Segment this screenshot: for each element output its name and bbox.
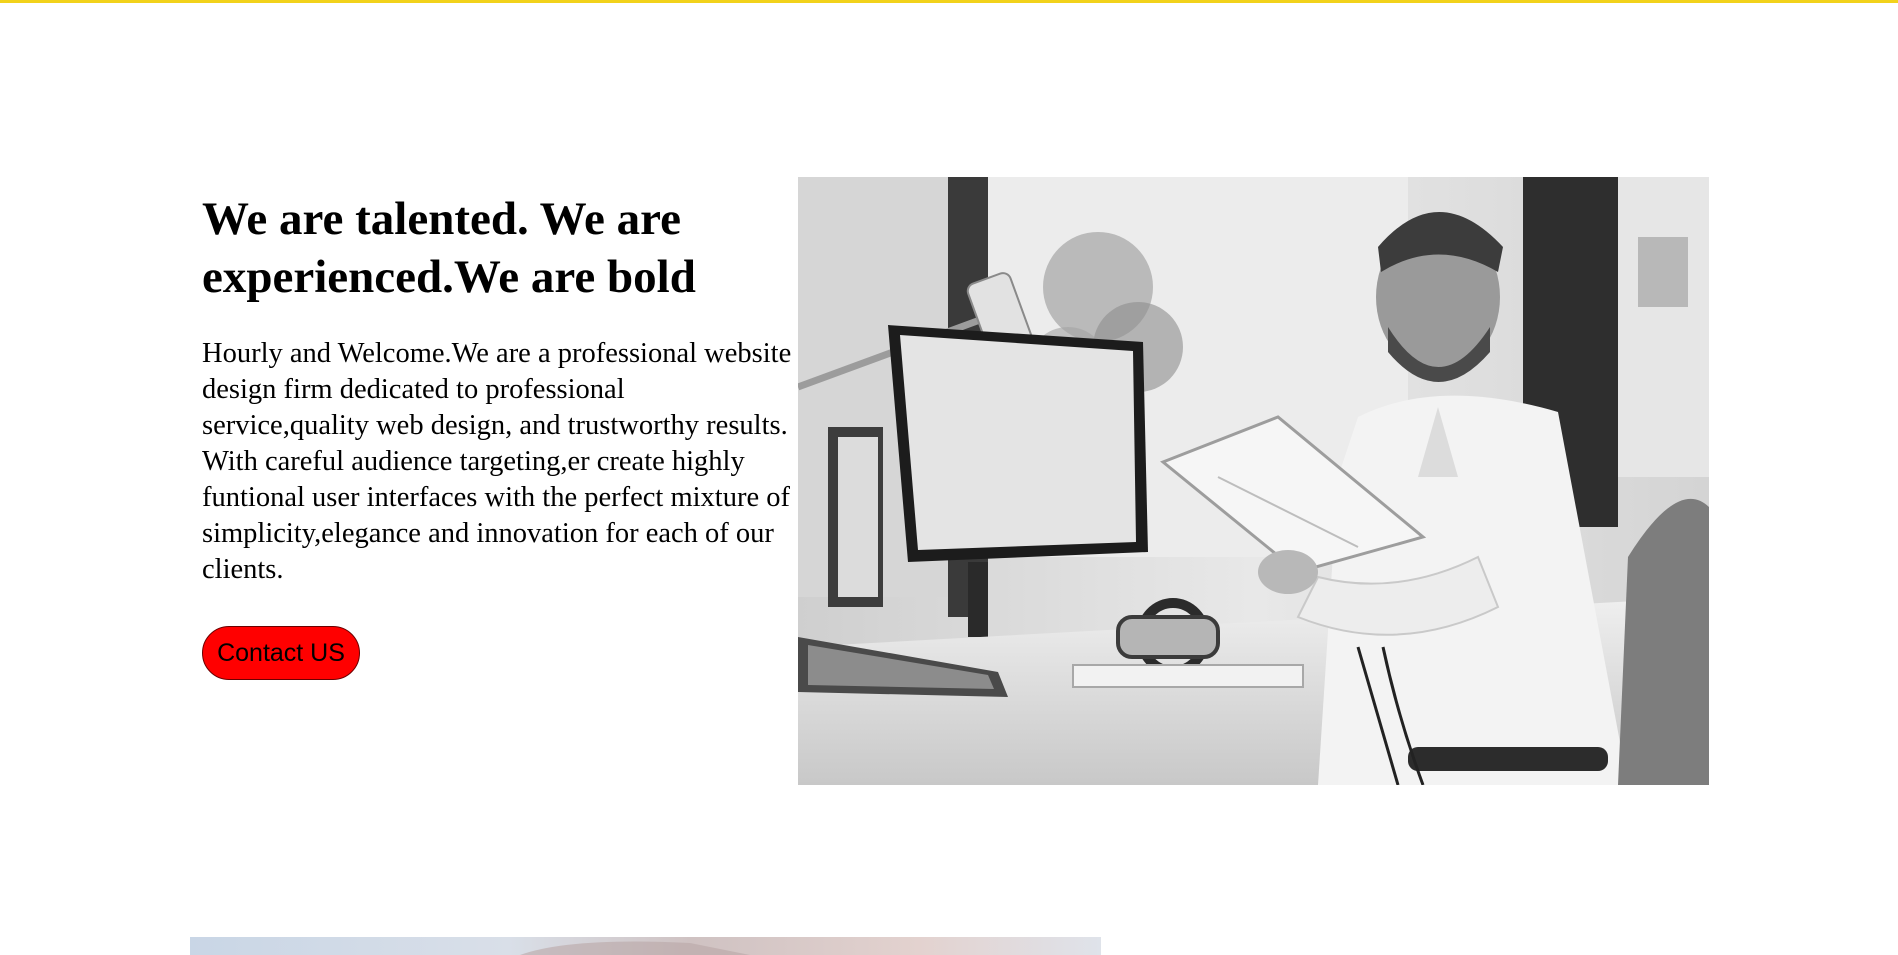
about-section: We are talented. We are experienced.We a… — [0, 0, 1898, 955]
contact-us-button[interactable]: Contact US — [202, 626, 360, 680]
hero-photo — [798, 177, 1709, 785]
about-description: Hourly and Welcome.We are a professional… — [202, 338, 792, 585]
page-title: We are talented. We are experienced.We a… — [202, 193, 696, 303]
next-section-photo — [190, 937, 1101, 955]
